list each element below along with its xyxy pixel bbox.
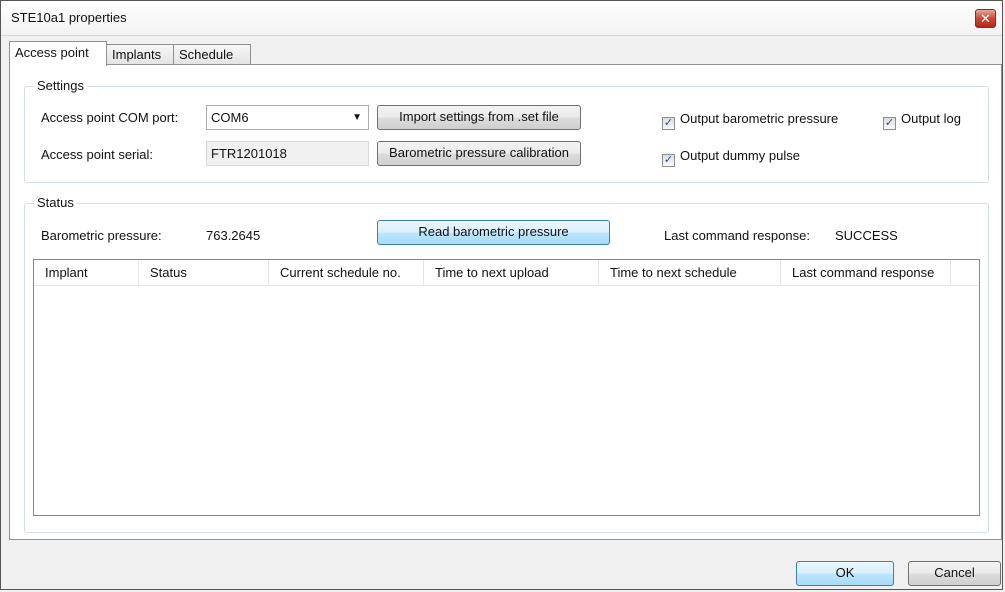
checkmark-icon: ✓ — [662, 154, 675, 167]
column-header-current-schedule[interactable]: Current schedule no. — [269, 260, 424, 285]
column-header-next-schedule[interactable]: Time to next schedule — [599, 260, 781, 285]
properties-window: STE10a1 properties ✕ Access point Implan… — [0, 0, 1003, 590]
serial-field: FTR1201018 — [206, 141, 369, 166]
checkmark-icon: ✓ — [883, 117, 896, 130]
column-header-status[interactable]: Status — [139, 260, 269, 285]
last-command-response-value: SUCCESS — [835, 228, 898, 243]
barometric-pressure-label: Barometric pressure: — [41, 228, 162, 243]
com-port-label: Access point COM port: — [41, 110, 179, 125]
barometric-calibration-button[interactable]: Barometric pressure calibration — [377, 141, 581, 166]
ok-button[interactable]: OK — [796, 561, 894, 586]
import-settings-button[interactable]: Import settings from .set file — [377, 105, 581, 130]
checkmark-icon: ✓ — [662, 117, 675, 130]
output-barometric-label: Output barometric pressure — [680, 111, 839, 126]
implant-list-header: Implant Status Current schedule no. Time… — [34, 260, 979, 286]
chevron-down-icon: ▼ — [352, 112, 362, 123]
tab-implants[interactable]: Implants — [106, 44, 174, 65]
cancel-button[interactable]: Cancel — [908, 561, 1001, 586]
output-dummy-label: Output dummy pulse — [680, 148, 800, 163]
status-group-label: Status — [34, 195, 77, 210]
implant-list[interactable]: Implant Status Current schedule no. Time… — [33, 259, 980, 516]
output-barometric-checkbox[interactable]: ✓ Output barometric pressure — [662, 111, 838, 130]
com-port-value: COM6 — [211, 110, 249, 125]
column-header-implant[interactable]: Implant — [34, 260, 139, 285]
window-title: STE10a1 properties — [11, 10, 127, 25]
settings-group: Settings — [24, 78, 989, 183]
serial-label: Access point serial: — [41, 147, 153, 162]
title-bar[interactable]: STE10a1 properties ✕ — [1, 1, 1002, 36]
close-button[interactable]: ✕ — [975, 9, 996, 28]
close-icon: ✕ — [980, 11, 991, 26]
output-log-checkbox[interactable]: ✓ Output log — [883, 111, 961, 130]
settings-group-label: Settings — [34, 78, 87, 93]
column-header-next-upload[interactable]: Time to next upload — [424, 260, 599, 285]
barometric-pressure-value: 763.2645 — [206, 228, 261, 243]
output-log-label: Output log — [901, 111, 961, 126]
tab-access-point[interactable]: Access point — [9, 41, 107, 66]
tab-schedule[interactable]: Schedule — [173, 44, 251, 65]
output-dummy-checkbox[interactable]: ✓ Output dummy pulse — [662, 148, 800, 167]
read-barometric-button[interactable]: Read barometric pressure — [377, 220, 610, 245]
com-port-select[interactable]: COM6 ▼ — [206, 105, 369, 130]
column-header-last-response[interactable]: Last command response — [781, 260, 951, 285]
last-command-response-label: Last command response: — [664, 228, 810, 243]
